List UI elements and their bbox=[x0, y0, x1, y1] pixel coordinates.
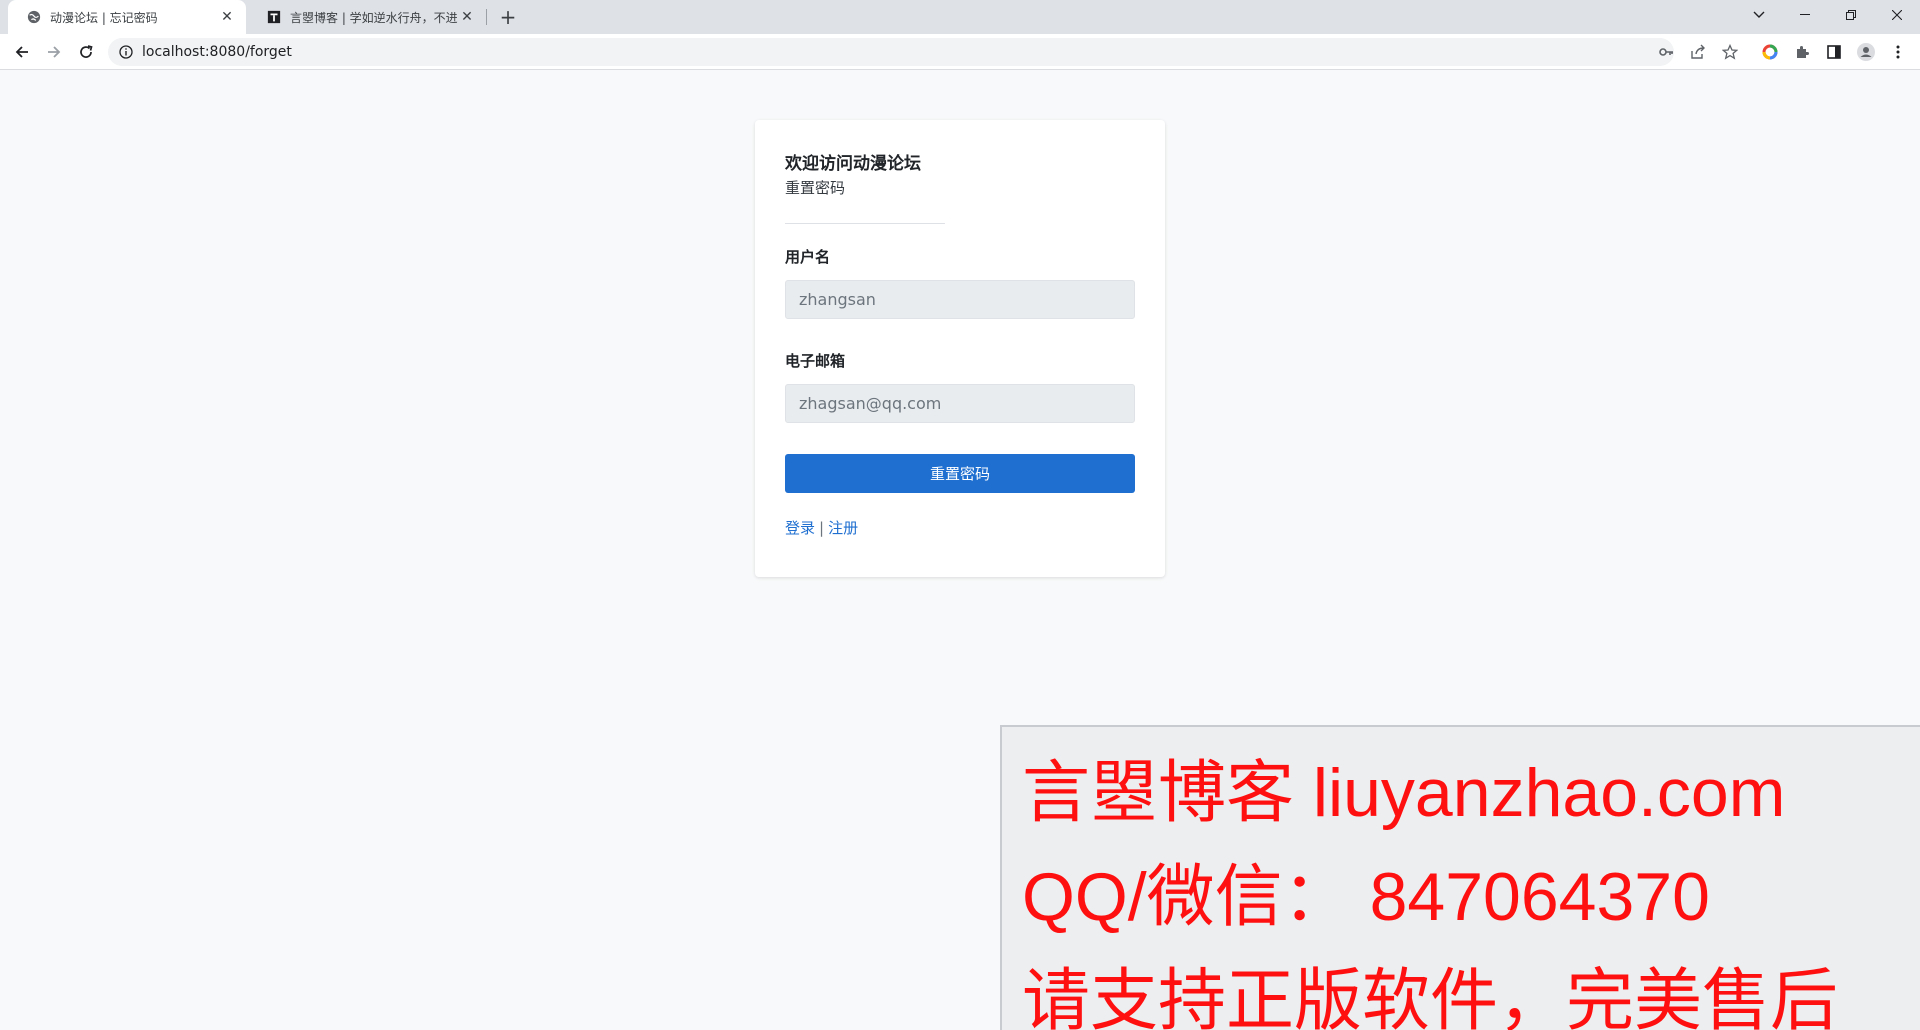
watermark-line-2: QQ/微信： 847064370 bbox=[1022, 859, 1710, 935]
extension-color-icon[interactable] bbox=[1758, 40, 1782, 64]
register-link[interactable]: 注册 bbox=[828, 517, 858, 538]
watermark-line-1: 言曌博客 liuyanzhao.com bbox=[1022, 755, 1786, 831]
watermark-overlay: 言曌博客 liuyanzhao.com QQ/微信： 847064370 请支持… bbox=[1000, 725, 1920, 1030]
email-label: 电子邮箱 bbox=[785, 352, 846, 370]
restore-icon[interactable] bbox=[1828, 0, 1874, 30]
login-link[interactable]: 登录 bbox=[785, 517, 815, 538]
tab-title: 动漫论坛 | 忘记密码 bbox=[50, 10, 158, 25]
reset-password-button[interactable]: 重置密码 bbox=[785, 454, 1135, 493]
site-info-icon[interactable] bbox=[118, 44, 134, 60]
tab-title: 言曌博客 | 学如逆水行舟，不进则退 bbox=[290, 10, 458, 25]
globe-icon bbox=[26, 9, 42, 25]
reset-password-card: 欢迎访问动漫论坛 重置密码 用户名 zhangsan 电子邮箱 zhagsan@… bbox=[755, 120, 1165, 577]
username-group: 用户名 zhangsan bbox=[785, 246, 1135, 319]
blog-favicon-icon bbox=[266, 9, 282, 25]
email-input[interactable]: zhagsan@qq.com bbox=[785, 384, 1135, 423]
watermark-line-3: 请支持正版软件，完美售后 bbox=[1022, 963, 1839, 1030]
close-icon[interactable]: ✕ bbox=[458, 8, 476, 26]
browser-tabstrip: 动漫论坛 | 忘记密码 ✕ 言曌博客 | 学如逆水行舟，不进则退 ✕ + bbox=[0, 0, 1920, 34]
key-icon[interactable] bbox=[1654, 40, 1678, 64]
minimize-icon[interactable] bbox=[1782, 0, 1828, 30]
new-tab-button[interactable]: + bbox=[496, 5, 520, 29]
share-icon[interactable] bbox=[1686, 40, 1710, 64]
tab-search-icon[interactable] bbox=[1736, 0, 1782, 30]
divider bbox=[785, 223, 945, 224]
email-group: 电子邮箱 zhagsan@qq.com bbox=[785, 350, 1135, 423]
side-panel-icon[interactable] bbox=[1822, 40, 1846, 64]
username-input[interactable]: zhangsan bbox=[785, 280, 1135, 319]
close-window-icon[interactable] bbox=[1874, 0, 1920, 30]
address-bar[interactable]: localhost:8080/forget bbox=[108, 38, 1674, 66]
url-text: localhost:8080/forget bbox=[142, 44, 292, 60]
kebab-menu-icon[interactable] bbox=[1886, 40, 1910, 64]
browser-toolbar: localhost:8080/forget bbox=[0, 34, 1920, 70]
close-icon[interactable]: ✕ bbox=[218, 8, 236, 26]
page-subtitle: 重置密码 bbox=[785, 179, 846, 197]
back-arrow-icon[interactable] bbox=[8, 38, 36, 66]
tab-blog[interactable]: 言曌博客 | 学如逆水行舟，不进则退 ✕ bbox=[248, 0, 486, 34]
username-label: 用户名 bbox=[785, 248, 831, 266]
page-title: 欢迎访问动漫论坛 bbox=[785, 154, 921, 174]
tab-separator bbox=[486, 9, 487, 25]
bookmark-star-icon[interactable] bbox=[1718, 40, 1742, 64]
reload-icon[interactable] bbox=[72, 38, 100, 66]
profile-avatar-icon[interactable] bbox=[1854, 40, 1878, 64]
forward-arrow-icon[interactable] bbox=[40, 38, 68, 66]
tab-forget-password[interactable]: 动漫论坛 | 忘记密码 ✕ bbox=[8, 0, 246, 34]
extensions-puzzle-icon[interactable] bbox=[1790, 40, 1814, 64]
auth-links: 登录 | 注册 bbox=[785, 517, 1135, 538]
link-separator: | bbox=[819, 518, 825, 537]
